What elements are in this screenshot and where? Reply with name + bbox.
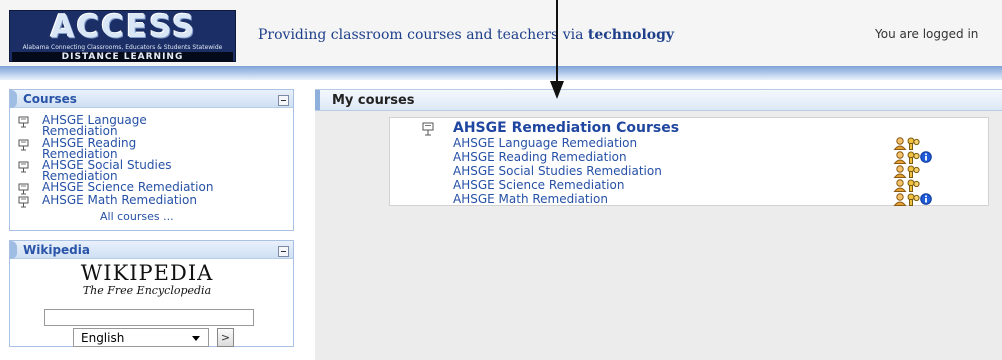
course-row-math: AHSGE Math Remediation <box>453 192 993 206</box>
block-tab-decoration <box>315 90 320 110</box>
wikipedia-search-input[interactable] <box>44 309 254 326</box>
language-select[interactable]: English <box>73 328 209 347</box>
course-link[interactable]: AHSGE Science Remediation <box>453 178 624 192</box>
info-icon[interactable] <box>920 151 932 163</box>
wikipedia-wordmark: WIKIPEDIA <box>80 261 214 285</box>
language-select-value: English <box>81 331 125 345</box>
annotation-arrow-head <box>550 81 564 99</box>
page-title: My courses <box>332 93 415 108</box>
logo-subtitle: DISTANCE LEARNING <box>12 52 233 62</box>
course-icons <box>893 151 963 164</box>
block-tab-decoration <box>10 241 17 259</box>
site-header: ACCESS Alabama Connecting Classrooms, Ed… <box>0 0 1002 70</box>
site-tagline: Providing classroom courses and teachers… <box>258 27 674 43</box>
course-row-social-studies: AHSGE Social Studies Remediation <box>453 164 993 178</box>
my-courses-header: My courses <box>315 89 1002 111</box>
wikipedia-block-title: Wikipedia <box>23 243 90 257</box>
wikipedia-logo[interactable]: WIKIPEDIA The Free Encyclopedia <box>52 263 242 303</box>
courses-block: Courses AHSGE Language Remediation AHSGE… <box>9 89 294 231</box>
chevron-down-icon <box>192 336 200 341</box>
header-band <box>0 66 1002 80</box>
course-icons <box>893 137 963 150</box>
teacher-icon[interactable] <box>893 151 907 164</box>
course-doc-icon <box>422 122 434 136</box>
wikipedia-block: Wikipedia WIKIPEDIA The Free Encyclopedi… <box>9 240 294 347</box>
main-content: My courses AHSGE Remediation Courses AHS… <box>315 89 1002 360</box>
category-title[interactable]: AHSGE Remediation Courses <box>453 120 679 136</box>
course-doc-icon <box>18 161 29 173</box>
course-link[interactable]: AHSGE Social Studies Remediation <box>453 164 662 178</box>
course-doc-icon <box>18 183 29 195</box>
guest-key-icon[interactable] <box>906 151 920 164</box>
access-logo[interactable]: ACCESS Alabama Connecting Classrooms, Ed… <box>9 10 236 62</box>
sidebar-course-label: AHSGE Science Remediation <box>42 180 214 194</box>
course-row-reading: AHSGE Reading Remediation <box>453 150 993 164</box>
teacher-icon[interactable] <box>893 165 907 178</box>
teacher-icon[interactable] <box>893 137 907 150</box>
info-icon[interactable] <box>920 193 932 205</box>
sidebar-course-label: AHSGE Math Remediation <box>42 193 197 207</box>
wikipedia-block-header: Wikipedia <box>10 241 293 259</box>
collapse-icon[interactable] <box>278 95 289 106</box>
tagline-bold-word: technology <box>587 27 675 43</box>
course-row-language: AHSGE Language Remediation <box>453 136 993 150</box>
course-icons <box>893 179 963 192</box>
guest-key-icon[interactable] <box>906 165 920 178</box>
sidebar-course-math[interactable]: AHSGE Math Remediation <box>18 193 293 208</box>
course-category-box: AHSGE Remediation Courses AHSGE Language… <box>389 117 989 206</box>
login-info: You are logged in <box>875 27 979 41</box>
course-link[interactable]: AHSGE Math Remediation <box>453 192 608 206</box>
course-link[interactable]: AHSGE Reading Remediation <box>453 150 627 164</box>
guest-key-icon[interactable] <box>906 137 920 150</box>
logo-tagline: Alabama Connecting Classrooms, Educators… <box>22 44 223 51</box>
logo-wordmark: ACCESS <box>50 9 197 45</box>
all-courses-link[interactable]: All courses ... <box>100 210 174 223</box>
teacher-icon[interactable] <box>893 193 907 206</box>
annotation-arrow-shaft <box>556 0 558 83</box>
wikipedia-go-button[interactable]: > <box>217 328 234 347</box>
courses-block-header: Courses <box>10 90 293 108</box>
block-tab-decoration <box>10 90 17 108</box>
guest-key-icon[interactable] <box>906 179 920 192</box>
guest-key-icon[interactable] <box>906 193 920 206</box>
course-doc-icon <box>18 139 29 151</box>
course-link[interactable]: AHSGE Language Remediation <box>453 136 637 150</box>
course-icons <box>893 193 963 206</box>
teacher-icon[interactable] <box>893 179 907 192</box>
course-doc-icon <box>18 116 29 128</box>
course-row-science: AHSGE Science Remediation <box>453 178 993 192</box>
tagline-text: Providing classroom courses and teachers… <box>258 27 588 43</box>
course-doc-icon <box>18 196 29 208</box>
collapse-icon[interactable] <box>278 246 289 257</box>
course-icons <box>893 165 963 178</box>
courses-block-title: Courses <box>23 92 77 106</box>
wikipedia-motto: The Free Encyclopedia <box>82 284 212 297</box>
